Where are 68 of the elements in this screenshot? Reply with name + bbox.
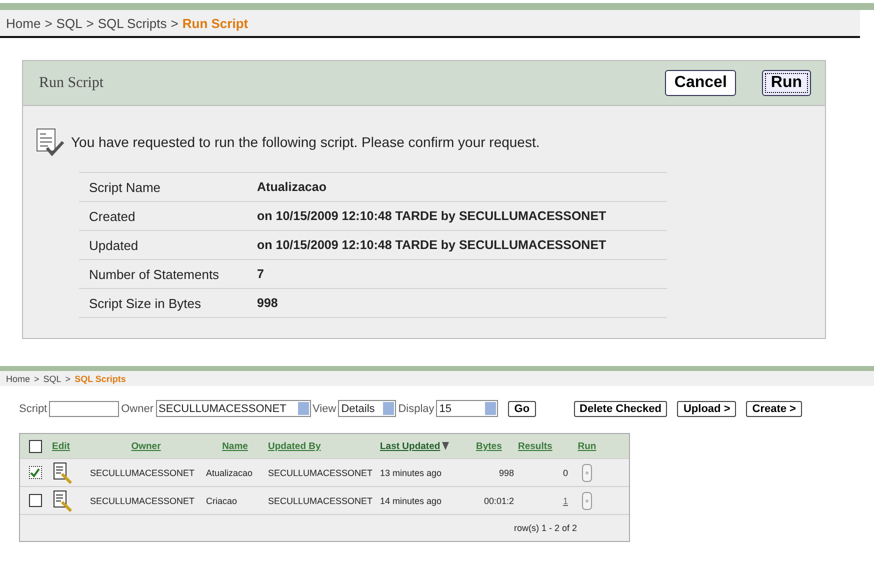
table-cell: 0	[562, 468, 568, 478]
row-checkbox[interactable]	[28, 466, 42, 479]
breadcrumb-link[interactable]: Home	[6, 374, 30, 384]
script-label: Script	[19, 402, 48, 414]
detail-label: Number of Statements	[89, 266, 220, 282]
edit-document-icon[interactable]	[52, 490, 74, 512]
sort-descending-icon	[442, 442, 450, 450]
column-header[interactable]: Bytes	[476, 440, 502, 452]
panel-title: Run Script	[39, 74, 104, 92]
results-link[interactable]: 1	[562, 496, 568, 506]
column-header[interactable]: Run	[578, 440, 596, 452]
table-cell: SECULLUMACESSONET	[90, 468, 195, 478]
view-label: View	[312, 402, 336, 414]
pagination-text: row(s) 1 - 2 of 2	[514, 523, 577, 533]
breadcrumb-separator: >	[44, 16, 52, 30]
breadcrumb-link[interactable]: SQL	[56, 16, 82, 30]
document-check-icon	[35, 128, 65, 156]
action-button[interactable]: Create >	[746, 400, 802, 416]
detail-label: Script Size in Bytes	[89, 296, 202, 310]
run-icon[interactable]	[582, 492, 592, 510]
owner-select[interactable]: SECULLUMACESSONET	[156, 400, 311, 417]
run-icon[interactable]	[582, 464, 592, 482]
owner-label: Owner	[121, 402, 154, 414]
display-select[interactable]: 15	[436, 400, 498, 417]
table-cell: 14 minutes ago	[380, 496, 442, 506]
action-button[interactable]: Delete Checked	[574, 400, 668, 416]
breadcrumb-current: Run Script	[182, 16, 248, 30]
edit-document-icon[interactable]	[52, 462, 74, 484]
table-cell: SECULLUMACESSONET	[268, 468, 373, 478]
column-header[interactable]: Owner	[131, 440, 161, 452]
table-cell: Atualizacao	[206, 468, 253, 478]
detail-value: Atualizacao	[257, 180, 326, 194]
breadcrumb-separator: >	[86, 16, 94, 30]
table-cell: SECULLUMACESSONET	[90, 496, 195, 506]
script-field[interactable]	[49, 400, 120, 416]
column-header[interactable]: Results	[518, 440, 552, 452]
column-header[interactable]: Updated By	[268, 440, 321, 452]
display-label: Display	[398, 402, 434, 414]
detail-value: on 10/15/2009 12:10:48 TARDE by SECULLUMACESSONET	[257, 238, 606, 252]
breadcrumb-link[interactable]: Home	[6, 16, 41, 30]
table-cell: 998	[498, 468, 514, 478]
go-button[interactable]: Go	[508, 400, 536, 416]
detail-value: 7	[257, 267, 264, 281]
panel-button[interactable]: Run	[762, 70, 811, 96]
panel-button[interactable]: Cancel	[665, 70, 736, 96]
row-checkbox[interactable]	[28, 494, 42, 507]
breadcrumb-link[interactable]: SQL	[43, 374, 62, 384]
detail-label: Created	[89, 208, 136, 224]
detail-value: on 10/15/2009 12:10:48 TARDE by SECULLUMACESSONET	[257, 209, 606, 223]
breadcrumb-separator: >	[170, 16, 178, 30]
table-cell: SECULLUMACESSONET	[268, 496, 373, 506]
column-header[interactable]: Last Updated	[380, 440, 440, 452]
breadcrumb-current: SQL Scripts	[74, 374, 126, 384]
table-cell: 00:01:2	[484, 496, 514, 506]
detail-label: Script Name	[89, 180, 162, 194]
table-cell: 13 minutes ago	[380, 468, 442, 478]
confirm-message: You have requested to run the following script. Please confirm your request.	[71, 134, 540, 150]
detail-value: 998	[257, 296, 278, 310]
breadcrumb-separator: >	[65, 374, 71, 384]
select-all-checkbox[interactable]	[28, 440, 42, 452]
detail-label: Updated	[89, 238, 140, 252]
column-header[interactable]: Name	[222, 440, 248, 452]
table-cell: Criacao	[206, 496, 238, 506]
column-header[interactable]: Edit	[52, 440, 70, 452]
breadcrumb-separator: >	[34, 374, 40, 384]
action-button[interactable]: Upload >	[677, 400, 736, 416]
view-select[interactable]: Details	[338, 400, 396, 417]
breadcrumb-link[interactable]: SQL Scripts	[98, 16, 167, 30]
